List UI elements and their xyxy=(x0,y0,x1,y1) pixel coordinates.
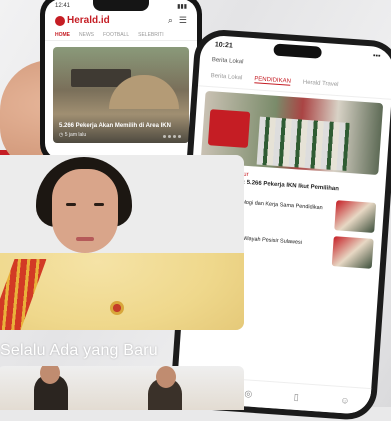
hero-meta: ◷ 5 jam lalu xyxy=(59,132,86,138)
user-icon[interactable]: ☺ xyxy=(340,395,350,406)
tab-selebriti[interactable]: SELEBRITI xyxy=(138,32,164,38)
phone-2-status-time: 10:21 xyxy=(214,40,234,50)
battery-icon: ▮▮▮ xyxy=(177,3,187,10)
portrait-eye xyxy=(94,203,104,206)
herald-logo[interactable]: Herald.id xyxy=(55,15,110,26)
portrait-photo xyxy=(0,155,244,330)
tab-home[interactable]: HOME xyxy=(55,32,70,38)
carousel-dot[interactable] xyxy=(178,135,181,138)
phone-1-header-icons: ⌕ ☰ xyxy=(168,15,187,26)
phone-1-hero-article[interactable]: 5.266 Pekerja Akan Memilih di Area IKN ◷… xyxy=(53,47,189,143)
tagline: Selalu Ada yang Baru xyxy=(0,342,158,359)
tab-pendidikan[interactable]: PENDIDIKAN xyxy=(253,76,292,86)
tab-football[interactable]: FOOTBALL xyxy=(103,32,129,38)
signal-icon: ▪▪▪ xyxy=(372,51,381,60)
globe-icon[interactable]: ◎ xyxy=(244,388,253,400)
phone-1-tabs: HOME NEWS FOOTBALL SELEBRITI xyxy=(45,30,197,41)
search-icon[interactable]: ⌕ xyxy=(168,15,173,26)
carousel-dot[interactable] xyxy=(163,135,166,138)
hero-image-red-truck xyxy=(207,109,251,148)
feed-item-thumbnail xyxy=(331,235,374,269)
menu-icon[interactable]: ☰ xyxy=(179,15,187,26)
portrait-eye xyxy=(66,203,76,206)
phone-1-header: Herald.id ⌕ ☰ xyxy=(45,13,197,30)
tab-news[interactable]: NEWS xyxy=(79,32,94,38)
carousel-dots xyxy=(163,135,181,138)
herald-logo-text: Herald.id xyxy=(67,15,110,26)
hero-meta-time: 5 jam lalu xyxy=(64,132,87,138)
carousel-dot[interactable] xyxy=(173,135,176,138)
bottom-photo-head xyxy=(156,366,176,388)
feed-item-thumbnail xyxy=(334,199,377,233)
carousel-dot[interactable] xyxy=(168,135,171,138)
hero-caption: 5.266 Pekerja Akan Memilih di Area IKN xyxy=(59,123,171,129)
tab-herald-travel[interactable]: Herald Travel xyxy=(303,80,339,89)
portrait-brooch xyxy=(110,301,124,315)
portrait-mouth xyxy=(76,237,94,241)
phone-1: 12:41 ▮▮▮ Herald.id ⌕ ☰ HOME NEWS FOOTBA… xyxy=(40,0,202,164)
herald-logo-mark-icon xyxy=(55,15,65,26)
bookmark-icon[interactable]: ▯ xyxy=(293,391,300,402)
phone-1-status-time: 12:41 xyxy=(55,3,71,9)
tab-berita-lokal[interactable]: Berita Lokal xyxy=(210,73,242,82)
hero-image-people xyxy=(256,116,350,171)
phone-1-notch xyxy=(93,0,149,11)
bottom-photo xyxy=(0,366,244,410)
phone-1-screen: 12:41 ▮▮▮ Herald.id ⌕ ☰ HOME NEWS FOOTBA… xyxy=(45,0,197,159)
